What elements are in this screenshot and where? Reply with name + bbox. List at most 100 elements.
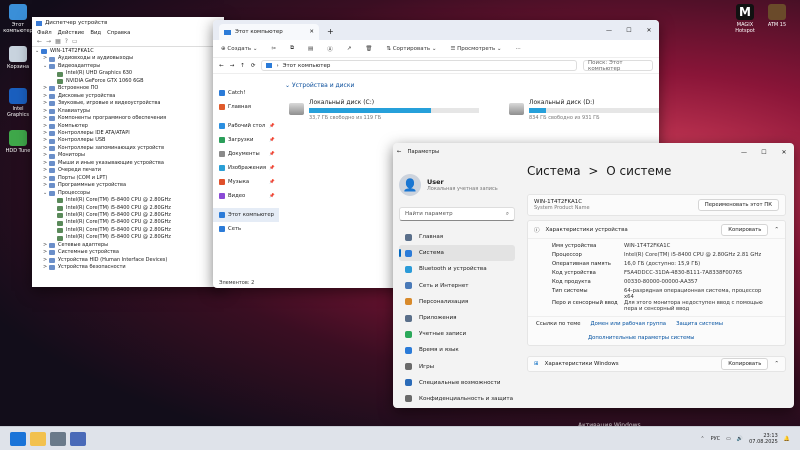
device-specs-header[interactable]: ⓘ Характеристики устройства Копировать ⌃ [528,221,785,239]
explorer-tab[interactable]: Этот компьютер ✕ [219,24,319,40]
desktop-icon-this-pc[interactable]: Этот компьютер [3,4,33,34]
device-tree-node[interactable]: ⌄ WIN-1T4T2FKA1C [35,48,221,55]
drive-tile[interactable]: Локальный диск (C:) 33,7 ГБ свободно из 1… [289,99,479,121]
desktop-icon-recycle-bin[interactable]: Корзина [3,46,33,70]
menu-action[interactable]: Действие [58,30,85,36]
settings-nav-item[interactable]: Конфиденциальность и защита [399,391,515,407]
device-tree-node[interactable]: Intel(R) Core(TM) i5-8400 CPU @ 2.80GHz [35,205,221,212]
nav-item[interactable]: Изображения 📌 [213,161,279,175]
nav-item[interactable]: Документы 📌 [213,147,279,161]
nav-item[interactable]: Загрузки 📌 [213,133,279,147]
address-bar[interactable]: › Этот компьютер [261,60,577,71]
settings-nav-item[interactable]: Главная [399,229,515,245]
nav-item[interactable]: Catch! [213,86,279,100]
desktop-icon-magix[interactable]: M MAGIX Hotspot [730,4,760,34]
forward-icon[interactable]: → [46,38,51,45]
delete-icon[interactable]: 🗑 [365,46,372,52]
new-tab-icon[interactable]: + [327,27,334,36]
pin-icon[interactable]: 📌 [269,124,275,129]
help-icon[interactable]: ? [65,38,68,45]
copy-specs-button[interactable]: Копировать [721,223,769,236]
settings-app-icon[interactable] [50,431,66,446]
device-tree-node[interactable]: > Контроллеры USB [35,137,221,144]
nav-item[interactable]: Главная [213,100,279,114]
device-tree-node[interactable]: > Мониторы [35,152,221,159]
settings-nav-item[interactable]: Время и язык [399,342,515,358]
device-tree-node[interactable]: NVIDIA GeForce GTX 1060 6GB [35,78,221,85]
start-icon[interactable] [10,431,26,446]
nav-item[interactable]: Этот компьютер [213,208,279,222]
minimize-icon[interactable]: — [599,27,619,34]
domain-workgroup-link[interactable]: Домен или рабочая группа [591,321,667,327]
maximize-icon[interactable]: ☐ [619,27,639,34]
close-icon[interactable]: ✕ [774,149,794,156]
device-tree-node[interactable]: > Контроллеры IDE ATA/ATAPI [35,130,221,137]
nav-item[interactable]: Сеть [213,222,279,236]
device-tree-node[interactable]: > Устройства безопасности [35,264,221,271]
copy-icon[interactable]: ⧉ [290,45,294,52]
copy-windows-specs-button[interactable]: Копировать [721,358,769,370]
settings-nav-item[interactable]: Bluetooth и устройства [399,261,515,277]
language-indicator[interactable]: РУС [711,436,721,442]
desktop-icon-app[interactable]: ATM 15 [762,4,792,28]
network-icon[interactable]: ▭ [726,436,731,442]
device-tree-node[interactable]: > Компьютер [35,123,221,130]
pin-icon[interactable]: 📌 [269,152,275,157]
nav-up-icon[interactable]: ↑ [240,63,245,69]
settings-nav-item[interactable]: Приложения [399,310,515,326]
close-tab-icon[interactable]: ✕ [309,29,314,35]
device-tree-node[interactable]: Intel(R) UHD Graphics 630 [35,70,221,77]
device-tree-node[interactable]: ⌄ Процессоры [35,190,221,197]
paste-icon[interactable]: ▤ [308,46,313,52]
nav-item[interactable]: Рабочий стол 📌 [213,119,279,133]
tray-chevron-icon[interactable]: ⌃ [700,436,704,442]
pin-icon[interactable]: 📌 [269,194,275,199]
monitor-icon[interactable]: ▭ [72,38,78,45]
device-tree-node[interactable]: Intel(R) Core(TM) i5-8400 CPU @ 2.80GHz [35,227,221,234]
nav-forward-icon[interactable]: → [230,63,235,69]
device-tree-node[interactable]: > Клавиатуры [35,108,221,115]
device-tree-node[interactable]: > Системные устройства [35,249,221,256]
settings-nav-item[interactable]: Учетные записи [399,326,515,342]
view-button[interactable]: ☰ Просмотреть ⌄ [450,46,501,52]
minimize-icon[interactable]: — [734,149,754,156]
nav-back-icon[interactable]: ← [219,63,224,69]
back-icon[interactable]: ← [37,38,42,45]
device-tree-node[interactable]: Intel(R) Core(TM) i5-8400 CPU @ 2.80GHz [35,234,221,241]
device-tree-node[interactable]: > Звуковые, игровые и видеоустройства [35,100,221,107]
volume-icon[interactable]: 🔊 [737,436,743,442]
close-icon[interactable]: ✕ [639,27,659,34]
device-tree-node[interactable]: Intel(R) Core(TM) i5-8400 CPU @ 2.80GHz [35,197,221,204]
section-chevron-icon[interactable]: ⌄ [285,82,290,89]
nav-item[interactable]: Видео 📌 [213,189,279,203]
windows-specs-card[interactable]: ⊞ Характеристики Windows Копировать ⌃ [527,356,786,372]
device-tree-node[interactable]: ⌄ Видеоадаптеры [35,63,221,70]
device-tree-node[interactable]: Intel(R) Core(TM) i5-8400 CPU @ 2.80GHz [35,212,221,219]
settings-search-input[interactable]: Найти параметр ⌕ [399,207,515,221]
pin-icon[interactable]: 📌 [269,166,275,171]
device-tree-node[interactable]: > Программные устройства [35,182,221,189]
device-tree-node[interactable]: Intel(R) Core(TM) i5-8400 CPU @ 2.80GHz [35,219,221,226]
back-arrow-icon[interactable]: ← [397,149,401,155]
new-button[interactable]: ⊕ Создать ⌄ [221,46,257,52]
cut-icon[interactable]: ✂ [271,46,276,52]
explorer-search[interactable]: Поиск: Этот компьютер [583,60,653,72]
user-profile[interactable]: 👤 User Локальная учетная запись [399,167,515,203]
pin-icon[interactable]: 📌 [269,180,275,185]
settings-nav-item[interactable]: Игры [399,359,515,375]
device-manager-app-icon[interactable] [70,431,86,446]
more-icon[interactable]: ··· [516,46,521,52]
properties-icon[interactable]: ▦ [55,38,61,45]
refresh-icon[interactable]: ⟳ [251,63,256,69]
device-tree-node[interactable]: > Контроллеры запоминающих устройств [35,145,221,152]
desktop-icon-intel[interactable]: Intel Graphics [3,88,33,118]
clock[interactable]: 23:13 07.08.2025 [749,433,778,445]
settings-nav-item[interactable]: Система [399,245,515,262]
rename-icon[interactable]: Ⓐ [327,45,333,53]
maximize-icon[interactable]: ☐ [754,149,774,156]
system-protection-link[interactable]: Защита системы [676,321,723,327]
settings-nav-item[interactable]: Специальные возможности [399,375,515,391]
device-tree-node[interactable]: > Встроенное ПО [35,85,221,92]
device-tree-node[interactable]: > Компоненты программного обеспечения [35,115,221,122]
settings-nav-item[interactable]: Сеть и Интернет [399,278,515,294]
